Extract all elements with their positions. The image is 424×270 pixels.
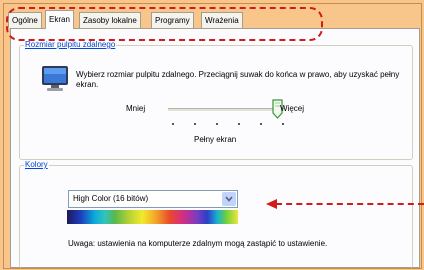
slider-tick: [172, 123, 174, 125]
arrow-annotation: [266, 199, 424, 209]
display-size-group: Rozmiar pulpitu zdalnego Wybierz rozmiar…: [19, 40, 413, 160]
color-spectrum-preview: [67, 210, 238, 224]
slider-tick: [238, 123, 240, 125]
tabs-highlight-annotation: [6, 7, 323, 41]
slider-less-label: Mniej: [126, 104, 146, 113]
colors-group-title: Kolory: [24, 160, 49, 169]
colors-group: Kolory High Color (16 bitów) Uwaga: usta…: [19, 160, 413, 268]
color-depth-value: High Color (16 bitów): [73, 194, 149, 203]
display-tab-panel: Rozmiar pulpitu zdalnego Wybierz rozmiar…: [10, 28, 420, 268]
monitor-icon: [42, 66, 68, 91]
slider-tick: [194, 123, 196, 125]
chevron-down-icon: [225, 196, 233, 202]
colors-note: Uwaga: ustawienia na komputerze zdalnym …: [68, 239, 328, 248]
slider-tick: [282, 123, 284, 125]
slider-more-label: Więcej: [280, 104, 305, 113]
display-size-description: Wybierz rozmiar pulpitu zdalnego. Przeci…: [76, 70, 400, 89]
display-size-group-title: Rozmiar pulpitu zdalnego: [24, 40, 117, 49]
slider-tick: [260, 123, 262, 125]
color-depth-select[interactable]: High Color (16 bitów): [68, 190, 238, 208]
display-size-value: Pełny ekran: [194, 135, 237, 144]
display-size-slider[interactable]: [168, 108, 285, 111]
slider-tick: [216, 123, 218, 125]
dropdown-button[interactable]: [222, 192, 236, 206]
